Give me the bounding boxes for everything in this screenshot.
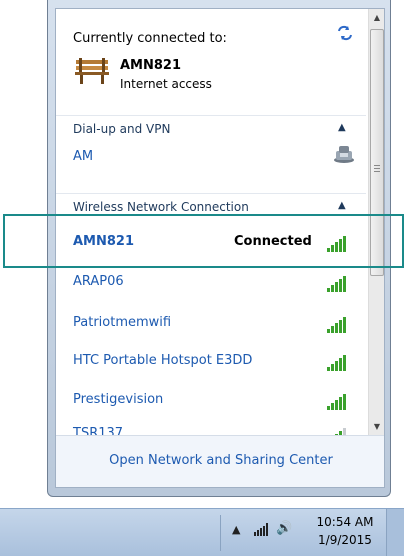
wifi-network-name: Prestigevision bbox=[73, 392, 164, 407]
scroll-grip bbox=[374, 165, 380, 166]
wifi-network-item[interactable]: Patriotmemwifi bbox=[56, 309, 366, 339]
open-network-sharing-center-link[interactable]: Open Network and Sharing Center bbox=[56, 453, 384, 468]
vpn-item-am[interactable]: AM bbox=[56, 143, 366, 173]
vpn-item-label: AM bbox=[73, 149, 94, 164]
show-hidden-icons-arrow-icon[interactable]: ▲ bbox=[232, 523, 240, 536]
taskbar-divider bbox=[220, 515, 221, 551]
taskbar-clock-time[interactable]: 10:54 AM bbox=[315, 515, 375, 529]
group-label: Dial-up and VPN bbox=[73, 122, 171, 136]
group-label: Wireless Network Connection bbox=[73, 200, 249, 214]
scroll-down-arrow-icon[interactable]: ▼ bbox=[369, 418, 384, 435]
dialup-modem-icon bbox=[334, 146, 354, 163]
wifi-signal-icon bbox=[327, 276, 346, 292]
selected-network-highlight bbox=[3, 214, 404, 268]
taskbar: ▲ 🔊 10:54 AM 1/9/2015 bbox=[0, 508, 404, 556]
collapse-caret-icon[interactable]: ▲ bbox=[338, 200, 346, 211]
wifi-signal-icon bbox=[327, 394, 346, 410]
wifi-network-item[interactable]: HTC Portable Hotspot E3DD bbox=[56, 347, 366, 377]
show-desktop-button[interactable] bbox=[386, 509, 404, 556]
scroll-grip bbox=[374, 168, 380, 169]
current-connection-section: Currently connected to: AMN821 Internet … bbox=[56, 9, 366, 103]
public-network-bench-icon bbox=[75, 58, 109, 84]
wifi-network-name: Patriotmemwifi bbox=[73, 315, 172, 330]
wifi-network-item[interactable]: Prestigevision bbox=[56, 386, 366, 416]
group-header-dialup-vpn[interactable]: Dial-up and VPN ▲ bbox=[56, 115, 366, 144]
tray-volume-icon[interactable]: 🔊 bbox=[276, 521, 292, 536]
wifi-network-name: ARAP06 bbox=[73, 274, 124, 289]
wifi-signal-icon bbox=[327, 317, 346, 333]
scroll-up-arrow-icon[interactable]: ▲ bbox=[369, 9, 384, 26]
scroll-grip bbox=[374, 171, 380, 172]
refresh-icon[interactable] bbox=[336, 25, 354, 41]
wifi-signal-icon bbox=[327, 355, 346, 371]
taskbar-clock-date[interactable]: 1/9/2015 bbox=[315, 533, 375, 547]
tray-network-signal-icon[interactable] bbox=[253, 522, 271, 536]
wifi-network-item[interactable]: ARAP06 bbox=[56, 268, 366, 298]
collapse-caret-icon[interactable]: ▲ bbox=[338, 122, 346, 133]
current-network-status: Internet access bbox=[120, 77, 212, 91]
wifi-network-name: HTC Portable Hotspot E3DD bbox=[73, 353, 253, 368]
current-network-name: AMN821 bbox=[120, 58, 182, 73]
currently-connected-label: Currently connected to: bbox=[73, 31, 227, 46]
panel-footer: Open Network and Sharing Center bbox=[56, 435, 384, 487]
